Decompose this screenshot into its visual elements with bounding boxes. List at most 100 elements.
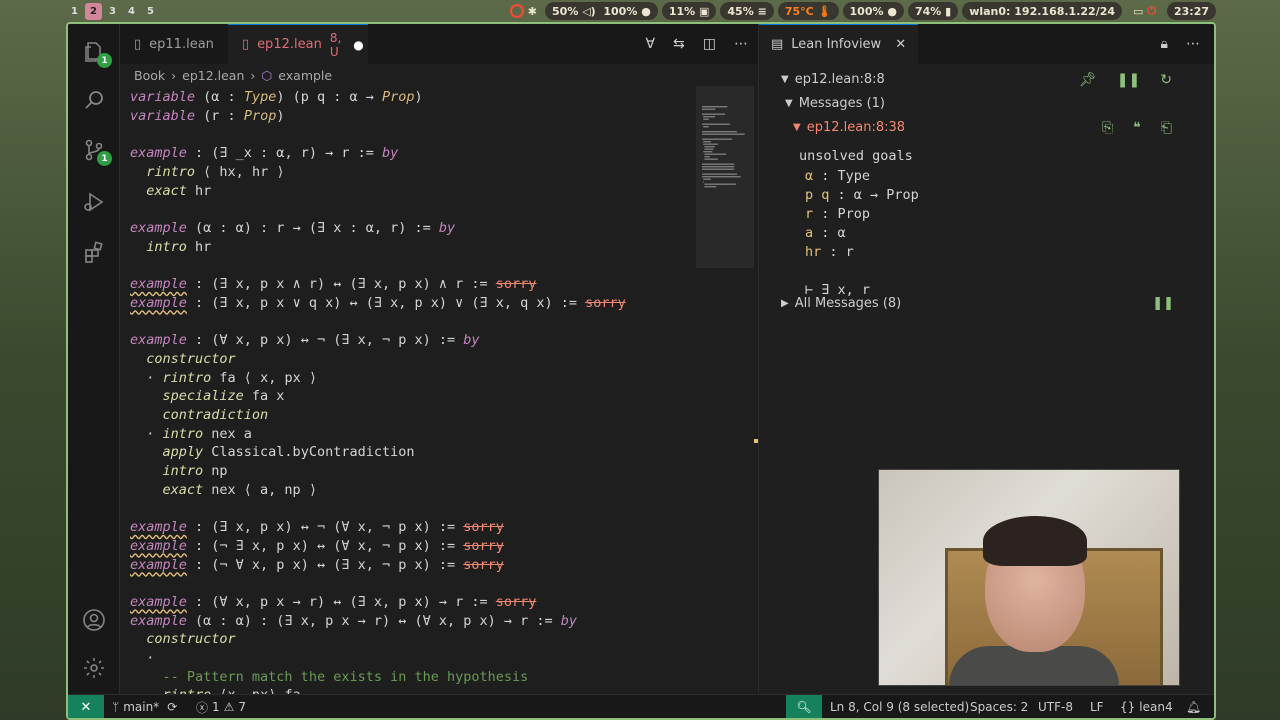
message-location[interactable]: ▼ ep12.lean:8:38 bbox=[793, 120, 905, 135]
language-mode[interactable]: {} lean4 bbox=[1120, 695, 1173, 718]
goto-location-icon[interactable]: ⎘ bbox=[1102, 120, 1113, 136]
workspace-button[interactable]: 1 bbox=[66, 3, 83, 20]
breadcrumb-item[interactable]: ep12.lean bbox=[182, 68, 244, 83]
breadcrumb-item[interactable]: example bbox=[278, 68, 332, 83]
audio-status[interactable]: 50% ◁) 100% ● bbox=[545, 2, 658, 20]
code-line[interactable]: example : (¬ ∀ x, p x) ↔ (∃ x, ¬ p x) :=… bbox=[130, 556, 504, 575]
remote-indicator-icon[interactable]: ✕ bbox=[68, 695, 104, 718]
code-editor[interactable]: variable (α : Type) (p q : α → Prop) vari… bbox=[120, 86, 758, 694]
code-line[interactable]: · bbox=[130, 649, 154, 668]
code-line[interactable]: specialize fa x bbox=[130, 387, 285, 406]
more-actions-icon[interactable]: ⋯ bbox=[1186, 36, 1200, 52]
network-status[interactable]: wlan0: 192.168.1.22/24 bbox=[962, 2, 1123, 20]
code-line[interactable]: rintro ⟨x, px⟩ fa bbox=[130, 686, 301, 694]
code-line[interactable]: -- Pattern match the exists in the hypot… bbox=[130, 668, 529, 687]
refresh-icon[interactable]: ↻ bbox=[1160, 72, 1172, 88]
code-line[interactable]: example (α : α) : r → (∃ x : α, r) := by bbox=[130, 219, 455, 238]
code-line[interactable]: example : (∃ x, p x ∨ q x) ↔ (∃ x, p x) … bbox=[130, 294, 626, 313]
minimap-line bbox=[703, 151, 713, 153]
minimap-line bbox=[704, 183, 736, 185]
code-line[interactable]: constructor bbox=[130, 350, 235, 369]
pin-icon[interactable]: 📌︎ bbox=[1079, 72, 1097, 88]
code-line[interactable]: exact nex ⟨ a, np ⟩ bbox=[130, 481, 317, 500]
position-header[interactable]: ▼ ep12.lean:8:8 bbox=[781, 72, 885, 87]
minimap-line bbox=[702, 173, 737, 175]
notifications-bell-icon[interactable]: 🔔︎ bbox=[1186, 695, 1201, 718]
editor-tab-bar: ▯ ep11.lean ▯ ep12.lean 8, U ● ∀ ⇆ ◫ ⋯ bbox=[120, 24, 758, 64]
code-line[interactable]: · intro nex a bbox=[130, 425, 252, 444]
workspace-button[interactable]: 3 bbox=[104, 3, 121, 20]
breadcrumb-item[interactable]: Book bbox=[134, 68, 165, 83]
code-line[interactable]: rintro ⟨ hx, hr ⟩ bbox=[130, 163, 284, 182]
explorer-icon[interactable]: 1 bbox=[78, 36, 112, 68]
git-branch[interactable]: ᛘ main* ⟳ bbox=[112, 695, 177, 718]
minimap[interactable] bbox=[698, 86, 754, 296]
hypothesis[interactable]: p q : α → Prop bbox=[805, 187, 919, 203]
indentation[interactable]: Spaces: 2 bbox=[970, 695, 1028, 718]
hypothesis[interactable]: r : Prop bbox=[805, 206, 870, 222]
pause-icon[interactable]: ❚❚ bbox=[1117, 72, 1140, 88]
hypothesis-name: α bbox=[805, 168, 814, 184]
code-line[interactable]: exact hr bbox=[130, 182, 211, 201]
minimap-line bbox=[702, 106, 728, 108]
search-icon[interactable] bbox=[78, 84, 110, 116]
code-line[interactable]: apply Classical.byContradiction bbox=[130, 443, 415, 462]
code-line[interactable]: example : (¬ ∃ x, p x) ↔ (∀ x, ¬ p x) :=… bbox=[130, 537, 504, 556]
code-line[interactable]: intro np bbox=[130, 462, 228, 481]
more-actions-icon[interactable]: ⋯ bbox=[734, 36, 748, 52]
minimap-line bbox=[702, 138, 733, 140]
pause-icon[interactable]: ❚❚ bbox=[1152, 296, 1174, 311]
camera-icon bbox=[509, 4, 524, 18]
problems-indicator[interactable]: ⓧ 1 ⚠ 7 bbox=[196, 695, 246, 718]
settings-gear-icon[interactable] bbox=[78, 652, 110, 684]
zoom-icon[interactable]: 🔍︎ bbox=[786, 695, 822, 718]
chevron-right-icon: › bbox=[250, 67, 256, 83]
run-debug-icon[interactable] bbox=[78, 186, 110, 218]
cursor-position[interactable]: Ln 8, Col 9 (8 selected) bbox=[830, 695, 969, 718]
hypothesis[interactable]: hr : r bbox=[805, 244, 854, 260]
code-line[interactable]: example : (∃ x, p x) ↔ ¬ (∀ x, ¬ p x) :=… bbox=[130, 518, 504, 537]
code-line[interactable]: variable (r : Prop) bbox=[130, 107, 284, 126]
hypothesis[interactable]: α : Type bbox=[805, 168, 870, 184]
open-changes-icon[interactable]: ⇆ bbox=[673, 36, 685, 52]
workspace-button[interactable]: 5 bbox=[142, 3, 159, 20]
sync-icon[interactable]: ⟳ bbox=[167, 700, 177, 714]
code-line[interactable]: constructor bbox=[130, 630, 235, 649]
screen-icon: ▭ bbox=[1133, 4, 1144, 18]
source-control-icon[interactable]: 1 bbox=[78, 134, 112, 166]
unsaved-dot-icon[interactable]: ● bbox=[353, 38, 363, 52]
copy-to-comment-icon[interactable]: ❝ bbox=[1133, 120, 1141, 136]
lock-icon[interactable]: 🔒︎ bbox=[1161, 36, 1168, 52]
tab-lean-infoview[interactable]: ▤ Lean Infoview ✕ bbox=[759, 24, 919, 64]
minimap-line bbox=[702, 168, 735, 170]
split-editor-icon[interactable]: ◫ bbox=[703, 36, 716, 52]
code-line[interactable]: example : (∀ x, p x → r) ↔ (∃ x, p x) → … bbox=[130, 593, 536, 612]
hypothesis-name: hr bbox=[805, 244, 822, 260]
code-line[interactable]: example : (∃ _x : α, r) → r := by bbox=[130, 144, 398, 163]
tab-ep12[interactable]: ▯ ep12.lean 8, U ● bbox=[227, 24, 368, 64]
copy-icon[interactable]: ⎗ bbox=[1161, 120, 1172, 136]
webcam-overlay bbox=[878, 469, 1180, 686]
code-line[interactable]: contradiction bbox=[130, 406, 269, 425]
close-icon[interactable]: ✕ bbox=[895, 37, 906, 52]
webcam-person-body bbox=[949, 646, 1119, 685]
code-line[interactable]: example (α : α) : (∃ x, p x → r) ↔ (∀ x,… bbox=[130, 612, 577, 631]
code-line[interactable]: variable (α : Type) (p q : α → Prop) bbox=[130, 88, 423, 107]
code-line[interactable]: example : (∃ x, p x ∧ r) ↔ (∃ x, p x) ∧ … bbox=[130, 275, 536, 294]
minimap-line bbox=[702, 176, 741, 178]
minimap-line bbox=[702, 163, 735, 165]
tab-ep11[interactable]: ▯ ep11.lean bbox=[120, 24, 228, 64]
code-line[interactable]: example : (∀ x, p x) ↔ ¬ (∃ x, ¬ p x) :=… bbox=[130, 331, 480, 350]
encoding[interactable]: UTF-8 bbox=[1038, 695, 1073, 718]
lean-menu-icon[interactable]: ∀ bbox=[645, 36, 655, 52]
line-endings[interactable]: LF bbox=[1090, 695, 1104, 718]
workspace-button[interactable]: 4 bbox=[123, 3, 140, 20]
account-icon[interactable] bbox=[78, 604, 110, 636]
all-messages-header[interactable]: ▶ All Messages (8) bbox=[781, 296, 901, 311]
workspace-button[interactable]: 2 bbox=[85, 2, 102, 20]
code-line[interactable]: · rintro fa ⟨ x, px ⟩ bbox=[130, 369, 317, 388]
messages-header[interactable]: ▼ Messages (1) bbox=[785, 96, 885, 111]
code-line[interactable]: intro hr bbox=[130, 238, 211, 257]
extensions-icon[interactable] bbox=[78, 236, 110, 268]
hypothesis[interactable]: a : α bbox=[805, 225, 846, 241]
